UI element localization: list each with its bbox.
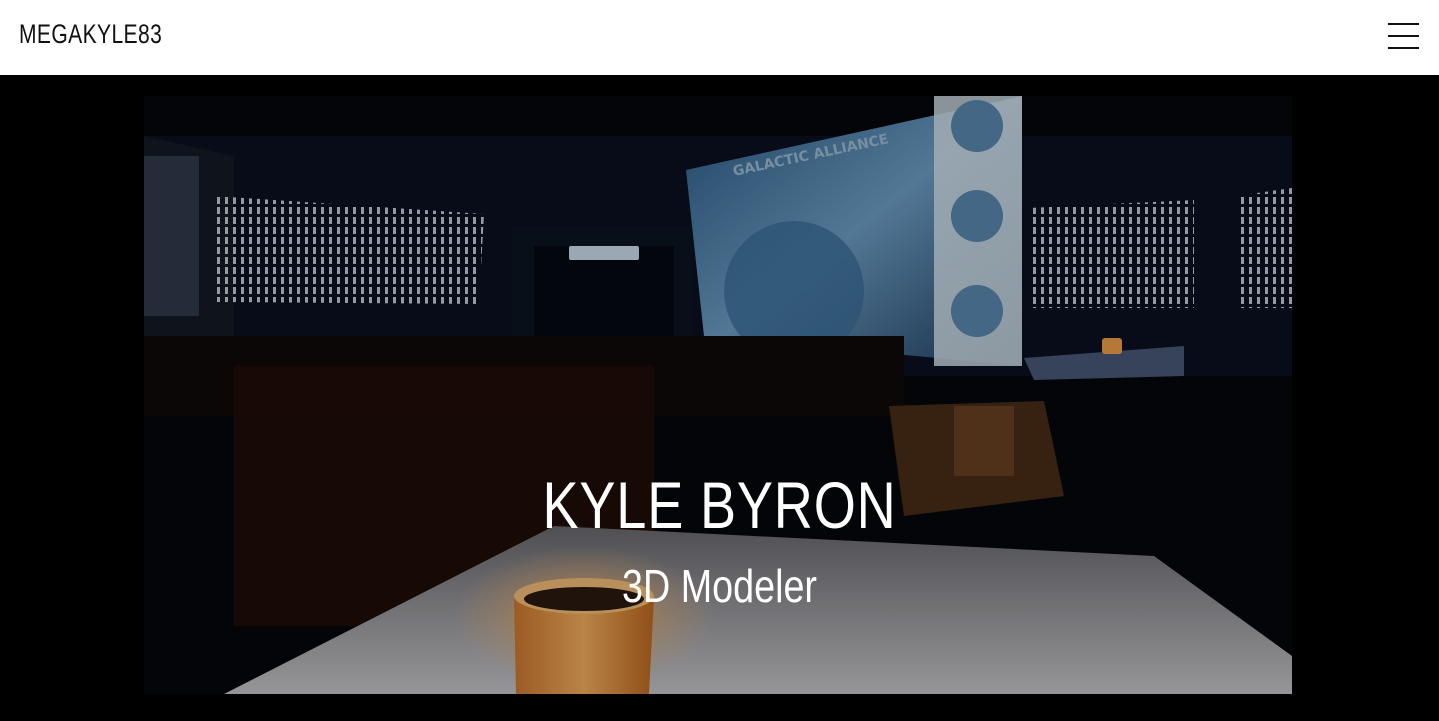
hamburger-menu-icon[interactable] <box>1388 23 1420 51</box>
menu-bar-top <box>1388 23 1419 25</box>
hero-name-heading: KYLE BYRON <box>542 468 897 542</box>
site-title-link[interactable]: MEGAKYLE83 <box>19 19 162 50</box>
hero-role-subheading: 3D Modeler <box>622 560 817 612</box>
menu-bar-middle <box>1388 35 1419 37</box>
menu-bar-bottom <box>1388 47 1419 49</box>
hero-section: GALACTIC ALLIANCE KYLE BYRON 3D Modeler <box>0 75 1439 721</box>
site-header: MEGAKYLE83 <box>0 0 1439 75</box>
